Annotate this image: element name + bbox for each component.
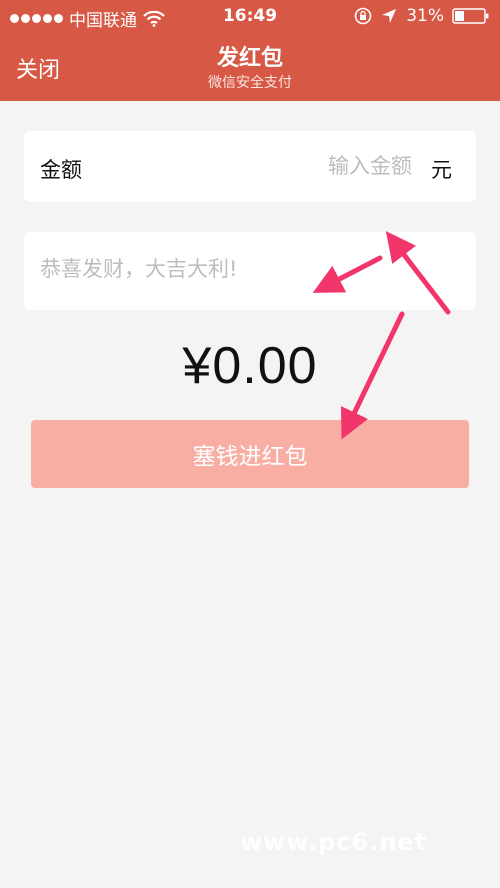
- app-header: 中国联通 16:49 31% 关闭 发红包 微信安全支付: [0, 0, 500, 101]
- watermark: www.pc6.net: [240, 828, 428, 856]
- rotation-lock-icon: [354, 7, 372, 25]
- amount-card: 金额 元: [24, 131, 476, 202]
- amount-input[interactable]: [212, 149, 412, 183]
- amount-unit-label: 元: [431, 158, 452, 182]
- battery-icon: [452, 8, 489, 24]
- status-bar: 中国联通 16:49 31%: [0, 0, 500, 34]
- total-amount-display: ¥0.00: [182, 337, 318, 395]
- battery-percent: 31%: [406, 6, 444, 26]
- message-card: [24, 232, 476, 310]
- send-red-packet-button[interactable]: 塞钱进红包: [31, 420, 469, 488]
- greeting-message-input[interactable]: [40, 252, 460, 286]
- location-arrow-icon: [382, 9, 397, 23]
- status-right: 31%: [354, 6, 490, 26]
- page-subtitle: 微信安全支付: [208, 75, 292, 91]
- page-title: 发红包: [216, 46, 283, 71]
- amount-label: 金额: [40, 158, 82, 182]
